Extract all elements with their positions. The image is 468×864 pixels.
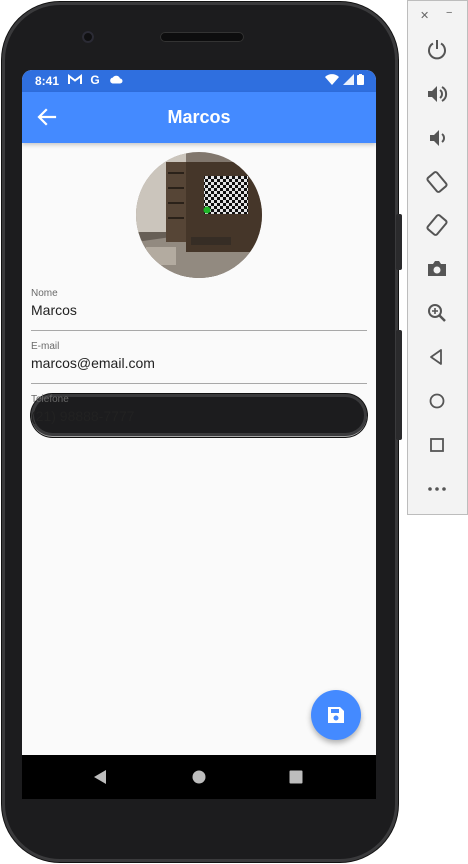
phone-field-label: Telefone [31, 394, 69, 405]
phone-field[interactable]: Telefone (21) 98888-7777 [31, 394, 367, 437]
emulator-home-button[interactable] [425, 389, 449, 413]
zoom-icon [428, 304, 446, 322]
camera-icon [428, 261, 446, 276]
cloud-icon [110, 75, 123, 84]
recents-square-icon [289, 770, 303, 784]
emulator-power-button[interactable] [425, 38, 449, 62]
front-camera [82, 31, 94, 43]
emulator-zoom-button[interactable] [425, 301, 449, 325]
save-button[interactable] [311, 690, 361, 740]
back-triangle-icon [94, 770, 106, 784]
name-field-label: Nome [31, 288, 58, 299]
emulator-more-button[interactable] [425, 477, 449, 501]
emulator-overview-button[interactable] [425, 433, 449, 457]
nav-home-button[interactable] [191, 769, 207, 790]
name-field-value[interactable]: Marcos [31, 302, 77, 318]
save-icon [328, 707, 344, 723]
status-time: 8:41 [35, 74, 60, 88]
back-triangle-outline-icon [430, 349, 442, 365]
room-photo [136, 152, 262, 278]
emulator-screenshot-button[interactable] [425, 257, 449, 281]
more-dots-icon [428, 487, 446, 491]
phone-field-value[interactable]: (21) 98888-7777 [31, 408, 135, 424]
app-bar: Marcos [22, 92, 376, 143]
name-field[interactable]: Nome Marcos [31, 288, 367, 331]
battery-icon [357, 74, 364, 85]
hardware-power-button[interactable] [396, 214, 402, 270]
emulator-rotate-left-button[interactable] [425, 170, 449, 194]
emulator-back-button[interactable] [425, 345, 449, 369]
emulator-window-controls: ✕ − [408, 7, 467, 23]
gmail-icon [68, 74, 82, 84]
volume-up-icon [428, 86, 448, 102]
rotate-left-icon [426, 171, 448, 193]
status-notification-icons: G [68, 73, 123, 87]
emulator-minimize-button[interactable]: − [446, 7, 452, 19]
square-outline-icon [430, 438, 444, 452]
emulator-control-panel: ✕ − [407, 0, 468, 515]
navigation-bar [22, 755, 376, 799]
contact-avatar[interactable] [136, 152, 262, 278]
google-icon: G [90, 73, 101, 87]
wifi-icon [325, 74, 340, 85]
nav-recents-button[interactable] [288, 769, 304, 790]
rotate-right-icon [426, 214, 448, 236]
signal-icon [342, 74, 354, 85]
nav-back-button[interactable] [92, 769, 108, 790]
page-title: Marcos [167, 107, 231, 127]
earpiece-speaker [160, 32, 244, 42]
emulator-close-button[interactable]: ✕ [420, 9, 429, 22]
emulator-volume-down-button[interactable] [425, 126, 449, 150]
device-screen: 8:41 G Marcos Nome Marcos E-mail marcos@… [22, 70, 376, 755]
email-field[interactable]: E-mail marcos@email.com [31, 341, 367, 384]
email-field-label: E-mail [31, 341, 60, 352]
emulator-volume-up-button[interactable] [425, 82, 449, 106]
emulator-rotate-right-button[interactable] [425, 213, 449, 237]
hardware-volume-button[interactable] [396, 330, 402, 440]
home-circle-outline-icon [429, 393, 445, 409]
email-field-value[interactable]: marcos@email.com [31, 355, 155, 371]
volume-down-icon [430, 130, 445, 146]
status-bar: 8:41 G [22, 70, 376, 92]
status-system-icons [325, 74, 364, 88]
power-icon [428, 40, 446, 60]
home-circle-icon [192, 770, 206, 784]
